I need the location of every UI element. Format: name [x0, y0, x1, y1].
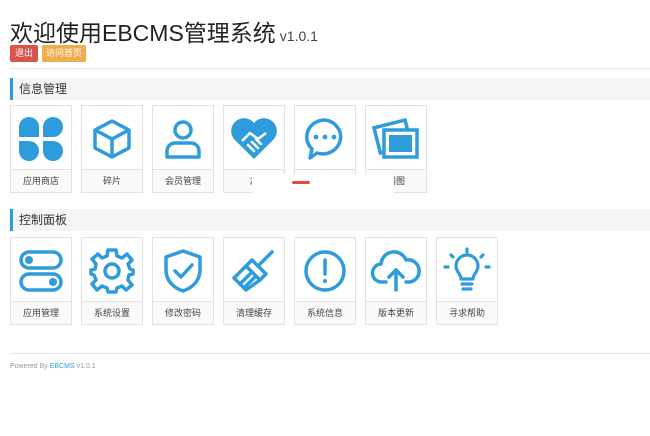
handshake-icon [231, 118, 277, 159]
tile-app-store[interactable]: 应用商店 [10, 105, 72, 193]
tile-label: 清理缓存 [224, 301, 284, 324]
cloud-upload-icon [370, 250, 421, 292]
tile-app-management[interactable]: 应用管理 [10, 237, 72, 325]
tile-member-management[interactable]: 会员管理 [152, 105, 214, 193]
tile-label: 版本更新 [366, 301, 426, 324]
tile-clear-cache[interactable]: 清理缓存 [223, 237, 285, 325]
tile-system-settings[interactable]: 系统设置 [81, 237, 143, 325]
loading-indicator [292, 181, 310, 184]
shield-check-icon [164, 249, 202, 293]
visit-home-button[interactable]: 访问首页 [42, 45, 86, 62]
tile-label: 系统设置 [82, 301, 142, 324]
page-title: 欢迎使用EBCMS管理系统 v1.0.1 [10, 14, 318, 48]
page-title-text: 欢迎使用EBCMS管理系统 [10, 20, 276, 46]
clover-icon [19, 117, 63, 161]
info-icon [304, 250, 346, 292]
tile-label: 寻求帮助 [437, 301, 497, 324]
gear-icon [89, 248, 135, 294]
tile-label: 会员管理 [153, 169, 213, 192]
section-header-info-management: 信息管理 [10, 78, 650, 100]
footer-link-ebcms[interactable]: EBCMS [50, 363, 75, 370]
tile-version-update[interactable]: 版本更新 [365, 237, 427, 325]
divider [10, 68, 650, 69]
tile-label: 应用商店 [11, 169, 71, 192]
chat-bubble-icon [305, 118, 343, 160]
tile-fragments[interactable]: 碎片 [81, 105, 143, 193]
tile-label: 应用管理 [11, 301, 71, 324]
tile-label: 修改密码 [153, 301, 213, 324]
broom-icon [232, 250, 274, 292]
footer: Powered By EBCMS v1.0.1 [10, 363, 96, 370]
section-header-control-panel: 控制面板 [10, 209, 650, 231]
tile-system-info[interactable]: 系统信息 [294, 237, 356, 325]
user-icon [165, 120, 201, 159]
footer-version: v1.0.1 [76, 363, 96, 370]
cube-icon [93, 119, 131, 159]
footer-divider [10, 353, 650, 354]
tile-label: 系统信息 [295, 301, 355, 324]
toggles-icon [19, 250, 63, 292]
version-label: v1.0.1 [279, 28, 318, 44]
tile-label: 碎片 [82, 169, 142, 192]
logout-button[interactable]: 退出 [10, 45, 38, 62]
tile-seek-help[interactable]: 寻求帮助 [436, 237, 498, 325]
footer-prefix: Powered By [10, 363, 48, 370]
lightbulb-icon [443, 247, 491, 291]
tile-change-password[interactable]: 修改密码 [152, 237, 214, 325]
photos-icon [371, 117, 419, 159]
